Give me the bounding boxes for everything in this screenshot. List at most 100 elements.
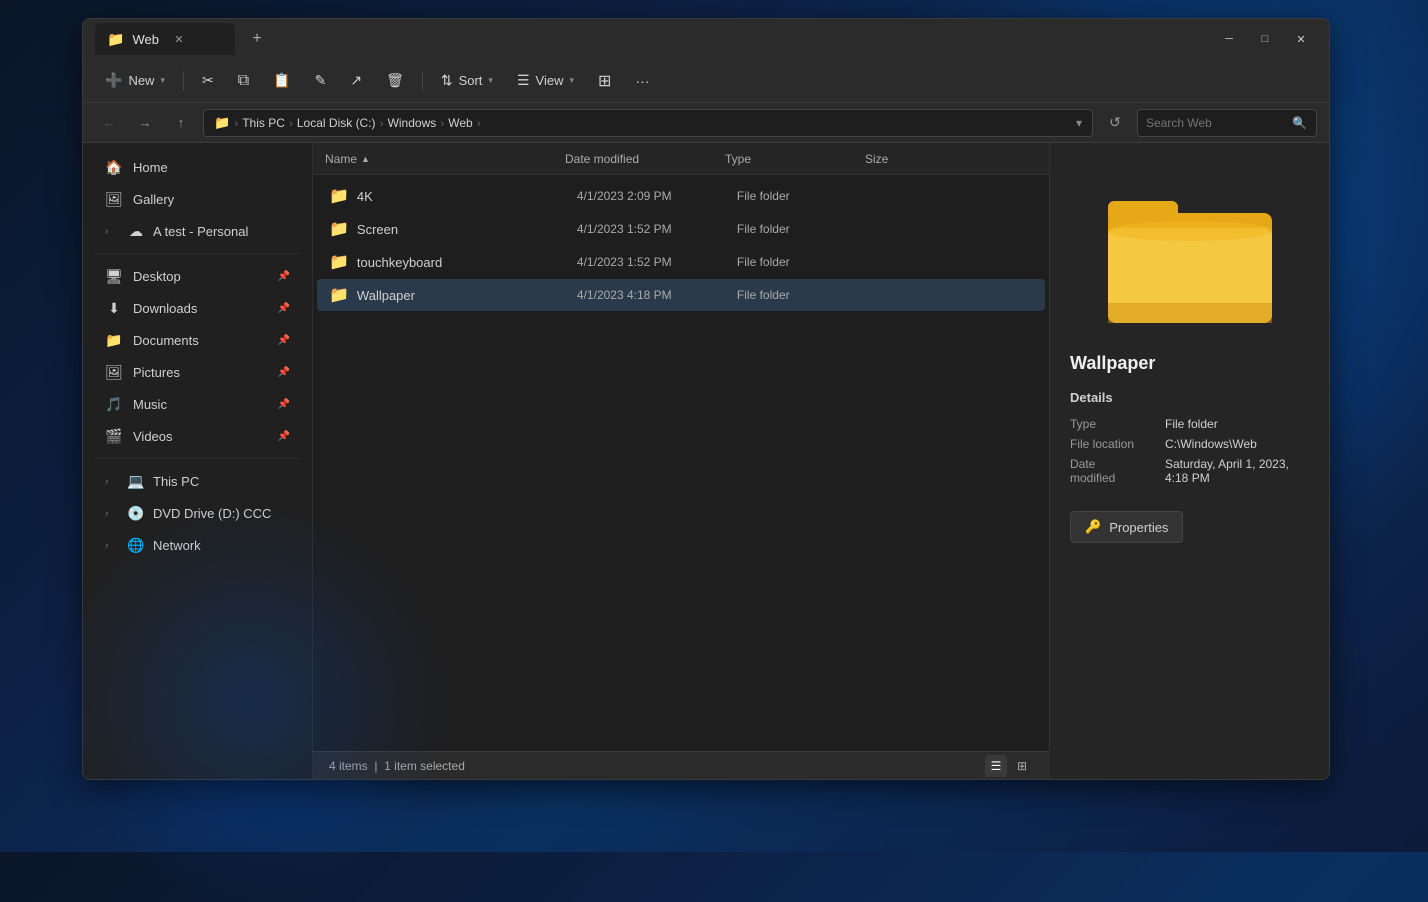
back-button[interactable]: ← xyxy=(95,109,123,137)
sidebar-item-gallery[interactable]: 🖼 Gallery xyxy=(89,184,306,214)
col-header-date[interactable]: Date modified xyxy=(565,152,725,166)
detail-row-location: File location C:\Windows\Web xyxy=(1070,437,1309,451)
pin-icon: 📌 xyxy=(278,271,290,282)
folder-icon: 📁 xyxy=(329,219,349,239)
active-tab[interactable]: 📁 Web ✕ xyxy=(95,23,235,55)
toolbar-separator-2 xyxy=(422,71,423,91)
tab-close-button[interactable]: ✕ xyxy=(171,31,187,47)
sidebar-label-documents: Documents xyxy=(133,333,199,348)
window-controls: ─ □ ✕ xyxy=(1213,25,1317,53)
item-count: 4 items xyxy=(329,759,368,773)
tab-folder-icon: 📁 xyxy=(107,31,124,48)
table-row[interactable]: 📁 4K 4/1/2023 2:09 PM File folder xyxy=(317,180,1045,212)
paste-button[interactable]: 📋 xyxy=(263,65,300,97)
address-bar: ← → ↑ 📁 › This PC › Local Disk (C:) › Wi… xyxy=(83,103,1329,143)
file-list-header: Name ▲ Date modified Type Size xyxy=(313,143,1049,175)
sidebar-item-videos[interactable]: 🎬 Videos 📌 xyxy=(89,421,306,451)
expand-icon: › xyxy=(105,226,119,237)
sidebar-item-dvd[interactable]: › 💿 DVD Drive (D:) CCC xyxy=(89,498,306,528)
forward-button[interactable]: → xyxy=(131,109,159,137)
file-name: Wallpaper xyxy=(357,288,577,303)
status-separator: | xyxy=(371,759,384,773)
sidebar-label-network: Network xyxy=(153,538,201,553)
tiles-view-button[interactable]: ⊞ xyxy=(1011,755,1033,777)
file-date: 4/1/2023 1:52 PM xyxy=(577,222,737,236)
sidebar-label-a-test: A test - Personal xyxy=(153,224,248,239)
col-header-size[interactable]: Size xyxy=(865,152,965,166)
sidebar-item-this-pc[interactable]: › 💻 This PC xyxy=(89,466,306,496)
more-button[interactable]: ··· xyxy=(625,65,659,97)
new-tab-button[interactable]: + xyxy=(243,25,271,53)
file-date: 4/1/2023 4:18 PM xyxy=(577,288,737,302)
downloads-icon: ⬇ xyxy=(105,300,123,317)
cloud-icon: ☁ xyxy=(127,223,145,240)
new-chevron-icon: ▾ xyxy=(160,75,165,86)
selected-count: 1 item selected xyxy=(384,759,465,773)
more-icon: ··· xyxy=(635,73,649,89)
table-row[interactable]: 📁 Screen 4/1/2023 1:52 PM File folder xyxy=(317,213,1045,245)
properties-button[interactable]: 🔑 Properties xyxy=(1070,511,1183,543)
sidebar-item-home[interactable]: 🏠 Home xyxy=(89,152,306,182)
desktop-icon: 🖥 xyxy=(105,268,123,285)
toolbar-separator-1 xyxy=(183,71,184,91)
path-local-disk[interactable]: Local Disk (C:) xyxy=(297,116,376,130)
sidebar-divider-1 xyxy=(95,253,300,254)
delete-button[interactable]: 🗑 xyxy=(376,65,414,97)
new-label: New xyxy=(128,73,154,88)
sort-button[interactable]: ⇅ Sort ▾ xyxy=(431,65,503,97)
detail-row-type: Type File folder xyxy=(1070,417,1309,431)
details-view-button[interactable]: ☰ xyxy=(985,755,1007,777)
details-button[interactable]: ⊞ xyxy=(588,65,621,97)
new-button[interactable]: ➕ New ▾ xyxy=(95,65,175,97)
sort-arrow-icon: ▲ xyxy=(361,154,370,164)
sort-label: Sort xyxy=(459,73,483,88)
file-area: Name ▲ Date modified Type Size 📁 4K xyxy=(313,143,1049,779)
delete-icon: 🗑 xyxy=(386,72,404,89)
search-input[interactable] xyxy=(1146,116,1286,130)
this-pc-icon: 💻 xyxy=(127,473,145,490)
sidebar-item-downloads[interactable]: ⬇ Downloads 📌 xyxy=(89,293,306,323)
col-header-type[interactable]: Type xyxy=(725,152,865,166)
properties-label: Properties xyxy=(1109,520,1168,535)
close-button[interactable]: ✕ xyxy=(1285,25,1317,53)
sidebar-item-pictures[interactable]: 🖼 Pictures 📌 xyxy=(89,357,306,387)
detail-value-date: Saturday, April 1, 2023, 4:18 PM xyxy=(1165,457,1309,485)
sidebar-item-documents[interactable]: 📁 Documents 📌 xyxy=(89,325,306,355)
path-windows[interactable]: Windows xyxy=(388,116,437,130)
path-folder-icon: 📁 xyxy=(214,115,230,131)
cut-button[interactable]: ✂ xyxy=(192,65,224,97)
file-type: File folder xyxy=(737,288,877,302)
path-dropdown-icon[interactable]: ▾ xyxy=(1076,116,1082,130)
copy-button[interactable]: ⧉ xyxy=(228,65,259,97)
up-button[interactable]: ↑ xyxy=(167,109,195,137)
properties-icon: 🔑 xyxy=(1085,519,1101,535)
music-icon: 🎵 xyxy=(105,396,123,413)
search-box[interactable]: 🔍 xyxy=(1137,109,1317,137)
expand-dvd-icon: › xyxy=(105,508,119,519)
view-icon: ☰ xyxy=(517,72,530,89)
table-row[interactable]: 📁 touchkeyboard 4/1/2023 1:52 PM File fo… xyxy=(317,246,1045,278)
cut-icon: ✂ xyxy=(202,72,214,89)
detail-value-type: File folder xyxy=(1165,417,1309,431)
sidebar-item-desktop[interactable]: 🖥 Desktop 📌 xyxy=(89,261,306,291)
sidebar-item-music[interactable]: 🎵 Music 📌 xyxy=(89,389,306,419)
copy-icon: ⧉ xyxy=(238,72,249,90)
view-button[interactable]: ☰ View ▾ xyxy=(507,65,584,97)
path-this-pc[interactable]: This PC xyxy=(242,116,285,130)
share-button[interactable]: ↗ xyxy=(340,65,372,97)
col-header-name[interactable]: Name ▲ xyxy=(325,152,565,166)
maximize-button[interactable]: □ xyxy=(1249,25,1281,53)
refresh-button[interactable]: ↺ xyxy=(1101,109,1129,137)
minimize-button[interactable]: ─ xyxy=(1213,25,1245,53)
path-web[interactable]: Web xyxy=(448,116,472,130)
sidebar-item-a-test[interactable]: › ☁ A test - Personal xyxy=(89,216,306,246)
sidebar-divider-2 xyxy=(95,458,300,459)
file-name: 4K xyxy=(357,189,577,204)
view-toggle: ☰ ⊞ xyxy=(985,755,1033,777)
rename-button[interactable]: ✎ xyxy=(305,65,337,97)
col-type-label: Type xyxy=(725,152,751,166)
sidebar-item-network[interactable]: › 🌐 Network xyxy=(89,530,306,560)
address-path[interactable]: 📁 › This PC › Local Disk (C:) › Windows … xyxy=(203,109,1093,137)
table-row[interactable]: 📁 Wallpaper 4/1/2023 4:18 PM File folder xyxy=(317,279,1045,311)
search-icon: 🔍 xyxy=(1292,116,1307,130)
